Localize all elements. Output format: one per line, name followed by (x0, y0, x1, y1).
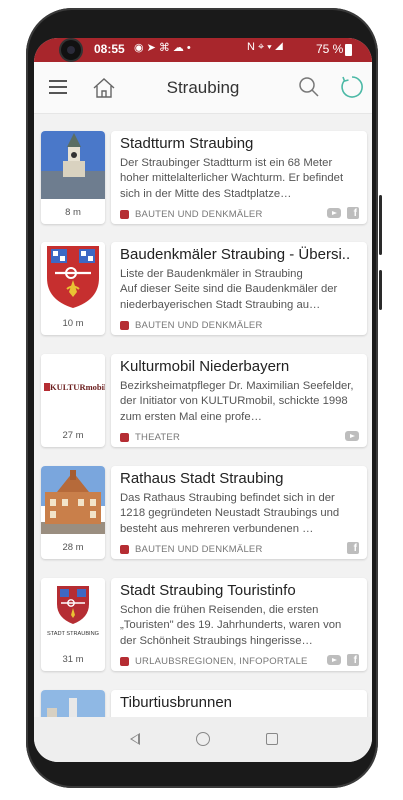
category: BAUTEN UND DENKMÄLER (120, 543, 263, 555)
list-item[interactable]: Tiburtiusbrunnen (41, 690, 367, 717)
item-title: Tiburtiusbrunnen (120, 694, 233, 711)
system-icons: N⌖▾◢ (247, 41, 286, 54)
front-camera (61, 40, 81, 60)
category-label: BAUTEN UND DENKMÄLER (135, 319, 263, 331)
mouse-icon: ⌘ (158, 42, 173, 54)
thumbnail-card: 10 m (41, 242, 105, 335)
content-card: Baudenkmäler Straubing - Übersi.. Liste … (111, 242, 367, 335)
thumbnail-card: 28 m (41, 466, 105, 559)
wifi-icon: ▾ (267, 41, 275, 53)
category: URLAUBSREGIONEN, INFOPORTALE (120, 655, 308, 667)
kulturmobil-logo-text: KULTURmobil (50, 382, 105, 392)
content-card: Stadt Straubing Touristinfo Schon die fr… (111, 578, 367, 671)
screen: 08:55 ◉➤⌘☁• N⌖▾◢ 75 % Straubing 8 m Stad… (34, 38, 372, 762)
list-item[interactable]: KULTURmobil 27 m Kulturmobil Niederbayer… (41, 354, 367, 447)
content-card: Tiburtiusbrunnen (111, 690, 367, 717)
volume-button (379, 270, 382, 310)
category-dot (120, 656, 129, 666)
category-dot (120, 432, 129, 442)
thumbnail-card: STADT STRAUBING 31 m (41, 578, 105, 671)
power-button (379, 195, 382, 255)
coat-of-arms (41, 242, 105, 310)
category: THEATER (120, 431, 180, 443)
back-icon[interactable] (130, 733, 140, 745)
category-label: THEATER (135, 431, 181, 443)
distance-label: 28 m (62, 542, 84, 553)
youtube-icon[interactable] (345, 431, 359, 441)
nfc-icon: N (247, 41, 258, 53)
social-links (345, 430, 359, 441)
location-icon: ⌖ (257, 41, 268, 53)
distance-label: 8 m (65, 207, 81, 218)
item-title: Stadt Straubing Touristinfo (120, 582, 296, 599)
youtube-icon[interactable] (327, 208, 341, 218)
search-icon[interactable] (298, 76, 320, 98)
distance-label: 31 m (62, 654, 84, 665)
item-description: Bezirksheimatpfleger Dr. Maximilian Seef… (120, 380, 354, 423)
facebook-icon[interactable]: f (347, 207, 359, 219)
recents-icon[interactable] (266, 733, 278, 745)
cloud-icon: ☁ (172, 42, 187, 54)
category-label: URLAUBSREGIONEN, INFOPORTALE (135, 655, 308, 667)
thumbnail-card: KULTURmobil 27 m (41, 354, 105, 447)
item-description: Liste der Baudenkmäler in Straubing Auf … (120, 268, 338, 311)
battery-percent: 75 % (316, 42, 344, 56)
town-hall-photo (41, 466, 105, 534)
item-description: Der Straubinger Stadtturm ist ein 68 Met… (120, 157, 344, 200)
facebook-icon[interactable]: f (347, 542, 359, 554)
item-description: Das Rathaus Straubing befindet sich in d… (120, 492, 340, 535)
social-links: f (327, 207, 359, 219)
refresh-icon[interactable] (340, 75, 364, 99)
list-item[interactable]: 10 m Baudenkmäler Straubing - Übersi.. L… (41, 242, 367, 335)
item-title: Rathaus Stadt Straubing (120, 470, 284, 487)
kulturmobil-logo: KULTURmobil (41, 354, 105, 422)
list-item[interactable]: 8 m Stadtturm Straubing Der Straubinger … (41, 131, 367, 224)
content-card: Stadtturm Straubing Der Straubinger Stad… (111, 131, 367, 224)
list-item[interactable]: 28 m Rathaus Stadt Straubing Das Rathaus… (41, 466, 367, 559)
category-dot (120, 544, 129, 554)
straubing-logo-text: STADT STRAUBING (47, 631, 99, 637)
straubing-logo: STADT STRAUBING (41, 578, 105, 646)
content-card: Rathaus Stadt Straubing Das Rathaus Stra… (111, 466, 367, 559)
distance-label: 27 m (62, 430, 84, 441)
youtube-icon[interactable] (327, 655, 341, 665)
dot-icon: • (186, 42, 194, 54)
distance-label: 10 m (62, 318, 84, 329)
status-bar: 08:55 ◉➤⌘☁• N⌖▾◢ 75 % (34, 38, 372, 62)
system-nav-bar (34, 717, 372, 762)
social-links: f (347, 542, 359, 554)
page-title: Straubing (166, 78, 240, 97)
category-dot (120, 320, 129, 330)
thumbnail-card (41, 690, 105, 717)
category-dot (120, 209, 129, 219)
category-label: BAUTEN UND DENKMÄLER (135, 543, 263, 555)
facebook-icon[interactable]: f (347, 654, 359, 666)
item-title: Baudenkmäler Straubing - Übersi.. (120, 246, 351, 263)
category: BAUTEN UND DENKMÄLER (120, 319, 263, 331)
list-item[interactable]: STADT STRAUBING 31 m Stadt Straubing Tou… (41, 578, 367, 671)
poi-list: 8 m Stadtturm Straubing Der Straubinger … (34, 114, 372, 717)
signal-icon: ◢ (274, 41, 287, 53)
app-bar: Straubing (34, 62, 372, 114)
messenger-icon: ◉ (134, 42, 147, 54)
navigation-icon: ➤ (146, 42, 159, 54)
tower-photo (41, 131, 105, 199)
social-links: f (327, 654, 359, 666)
content-card: Kulturmobil Niederbayern Bezirksheimatpf… (111, 354, 367, 447)
item-title: Kulturmobil Niederbayern (120, 358, 290, 375)
category: BAUTEN UND DENKMÄLER (120, 208, 263, 220)
fountain-photo (41, 690, 105, 717)
status-time: 08:55 (94, 42, 125, 56)
notification-icons: ◉➤⌘☁• (134, 41, 194, 54)
item-title: Stadtturm Straubing (120, 135, 254, 152)
category-label: BAUTEN UND DENKMÄLER (135, 208, 263, 220)
battery-icon (345, 44, 352, 56)
item-description: Schon die frühen Reisenden, die ersten „… (120, 604, 342, 647)
home-button-icon[interactable] (196, 732, 210, 746)
thumbnail-card: 8 m (41, 131, 105, 224)
